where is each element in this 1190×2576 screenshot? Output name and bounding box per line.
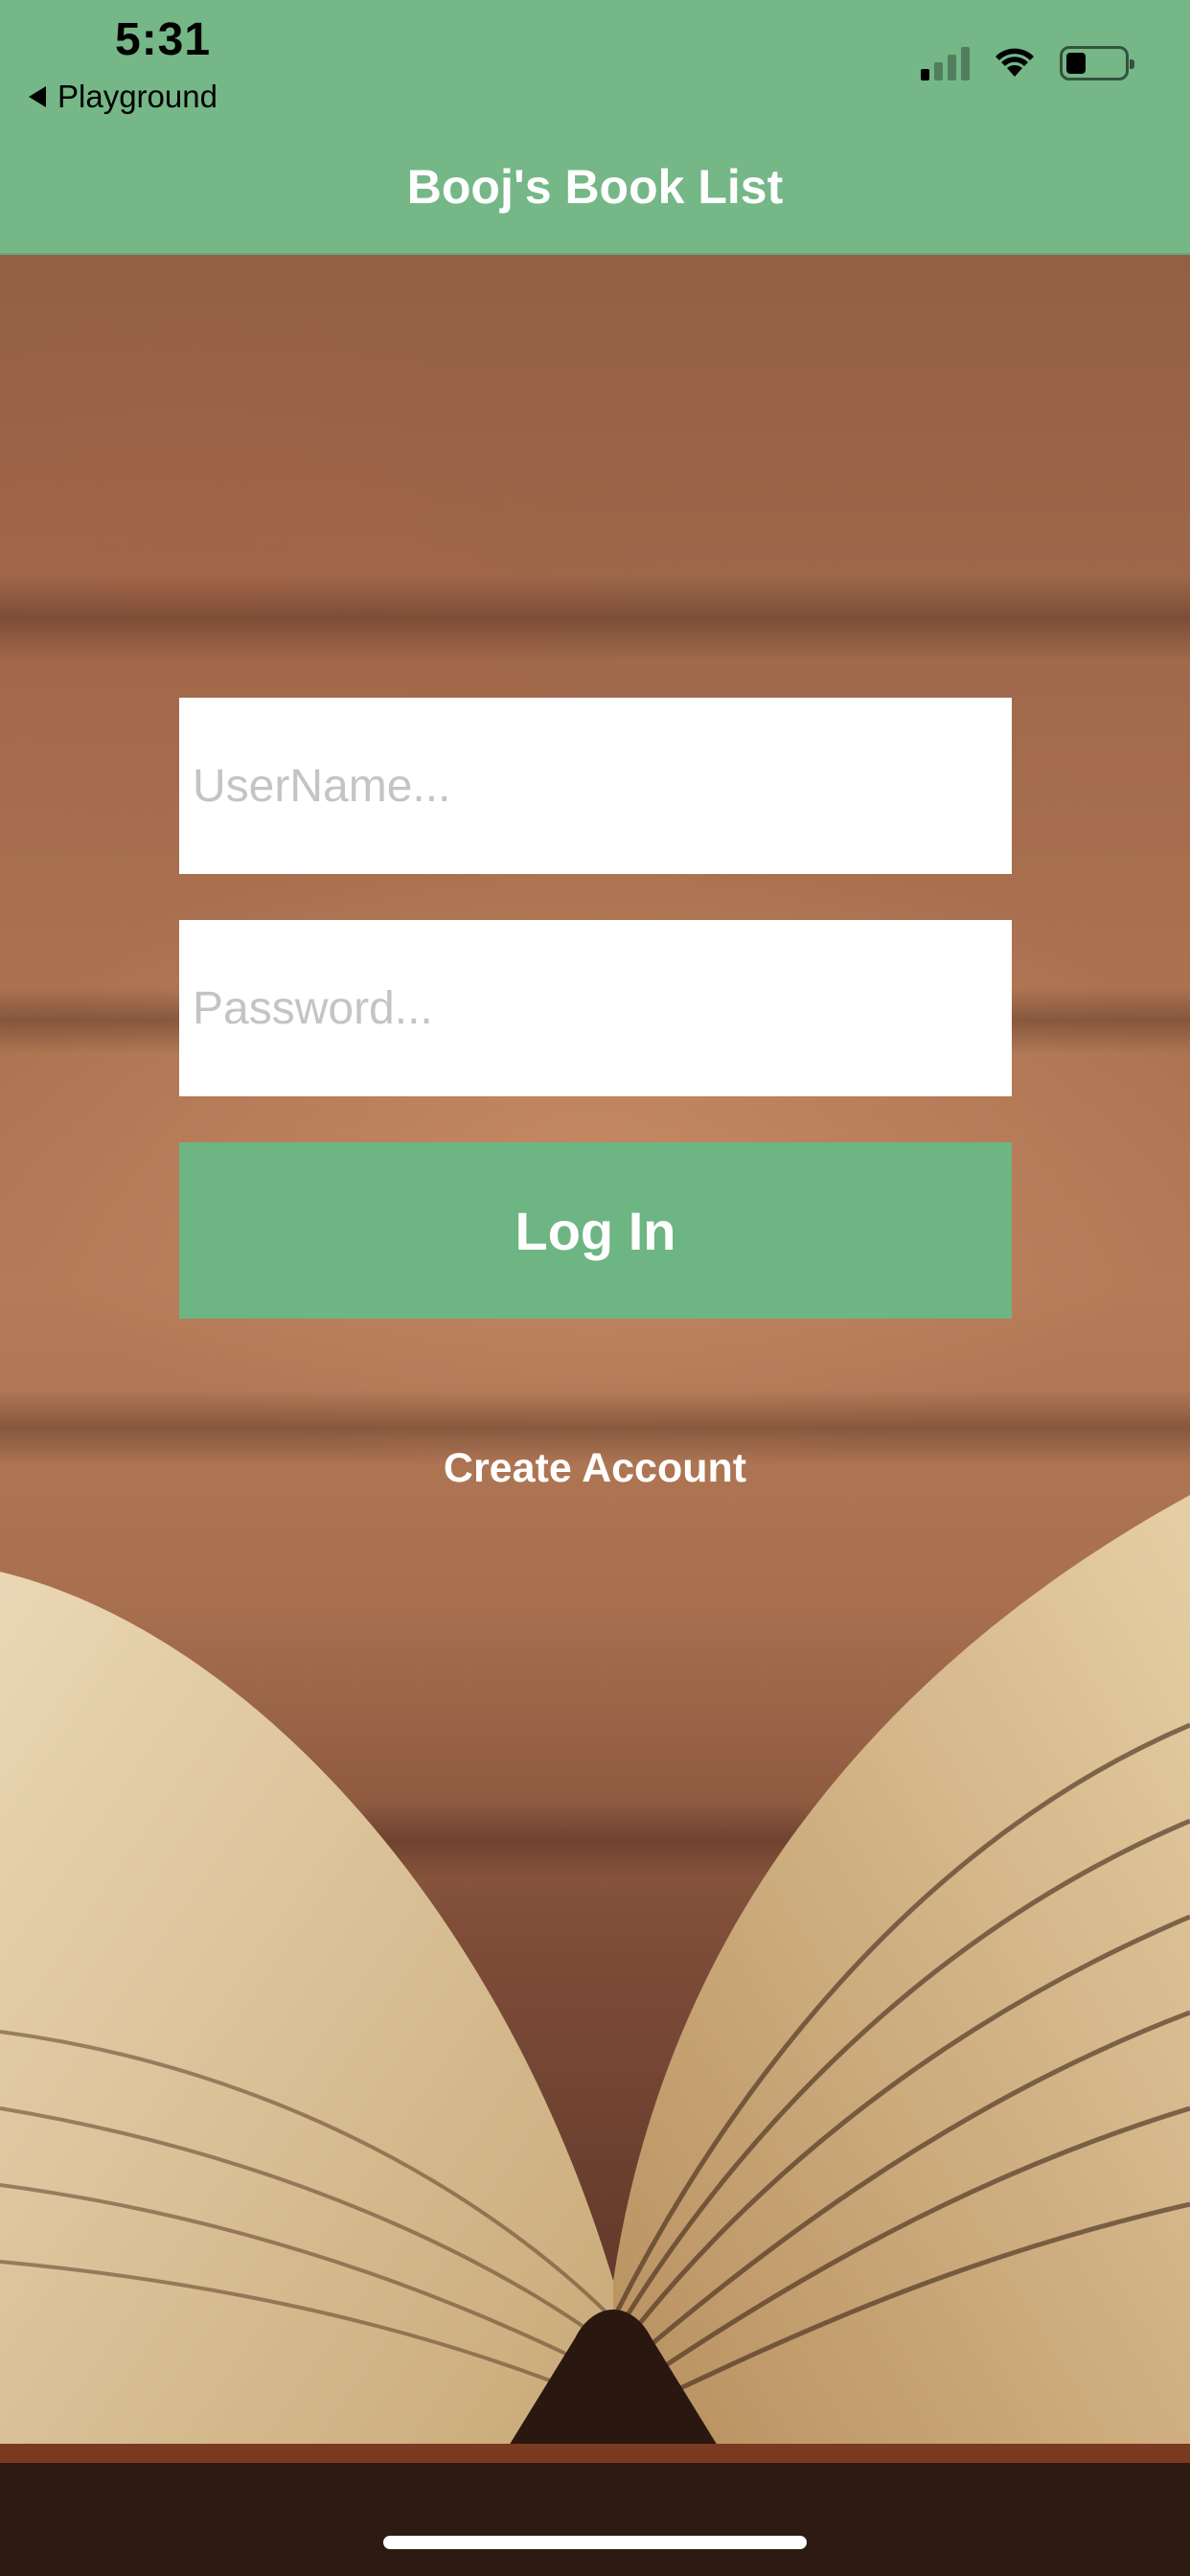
- wifi-icon: [995, 48, 1034, 77]
- login-button[interactable]: Log In: [179, 1142, 1012, 1319]
- home-indicator[interactable]: [383, 2536, 807, 2549]
- back-to-app-button[interactable]: Playground: [29, 79, 217, 115]
- login-button-label: Log In: [515, 1200, 676, 1261]
- open-book-illustration: [0, 1495, 1190, 2576]
- cellular-signal-icon: [921, 46, 970, 80]
- battery-icon: [1060, 46, 1134, 80]
- status-time: 5:31: [115, 14, 212, 65]
- back-app-label: Playground: [57, 79, 217, 114]
- password-input[interactable]: [179, 920, 1012, 1096]
- status-icons: [921, 46, 1134, 80]
- username-input[interactable]: [179, 698, 1012, 874]
- login-screen: 5:31 Playground Booj's Book List UserNam…: [0, 0, 1190, 2576]
- create-account-link[interactable]: Create Account: [0, 1445, 1190, 1492]
- page-title: Booj's Book List: [406, 160, 784, 214]
- header-bar: 5:31 Playground Booj's Book List: [0, 0, 1190, 255]
- back-caret-icon: [29, 86, 46, 107]
